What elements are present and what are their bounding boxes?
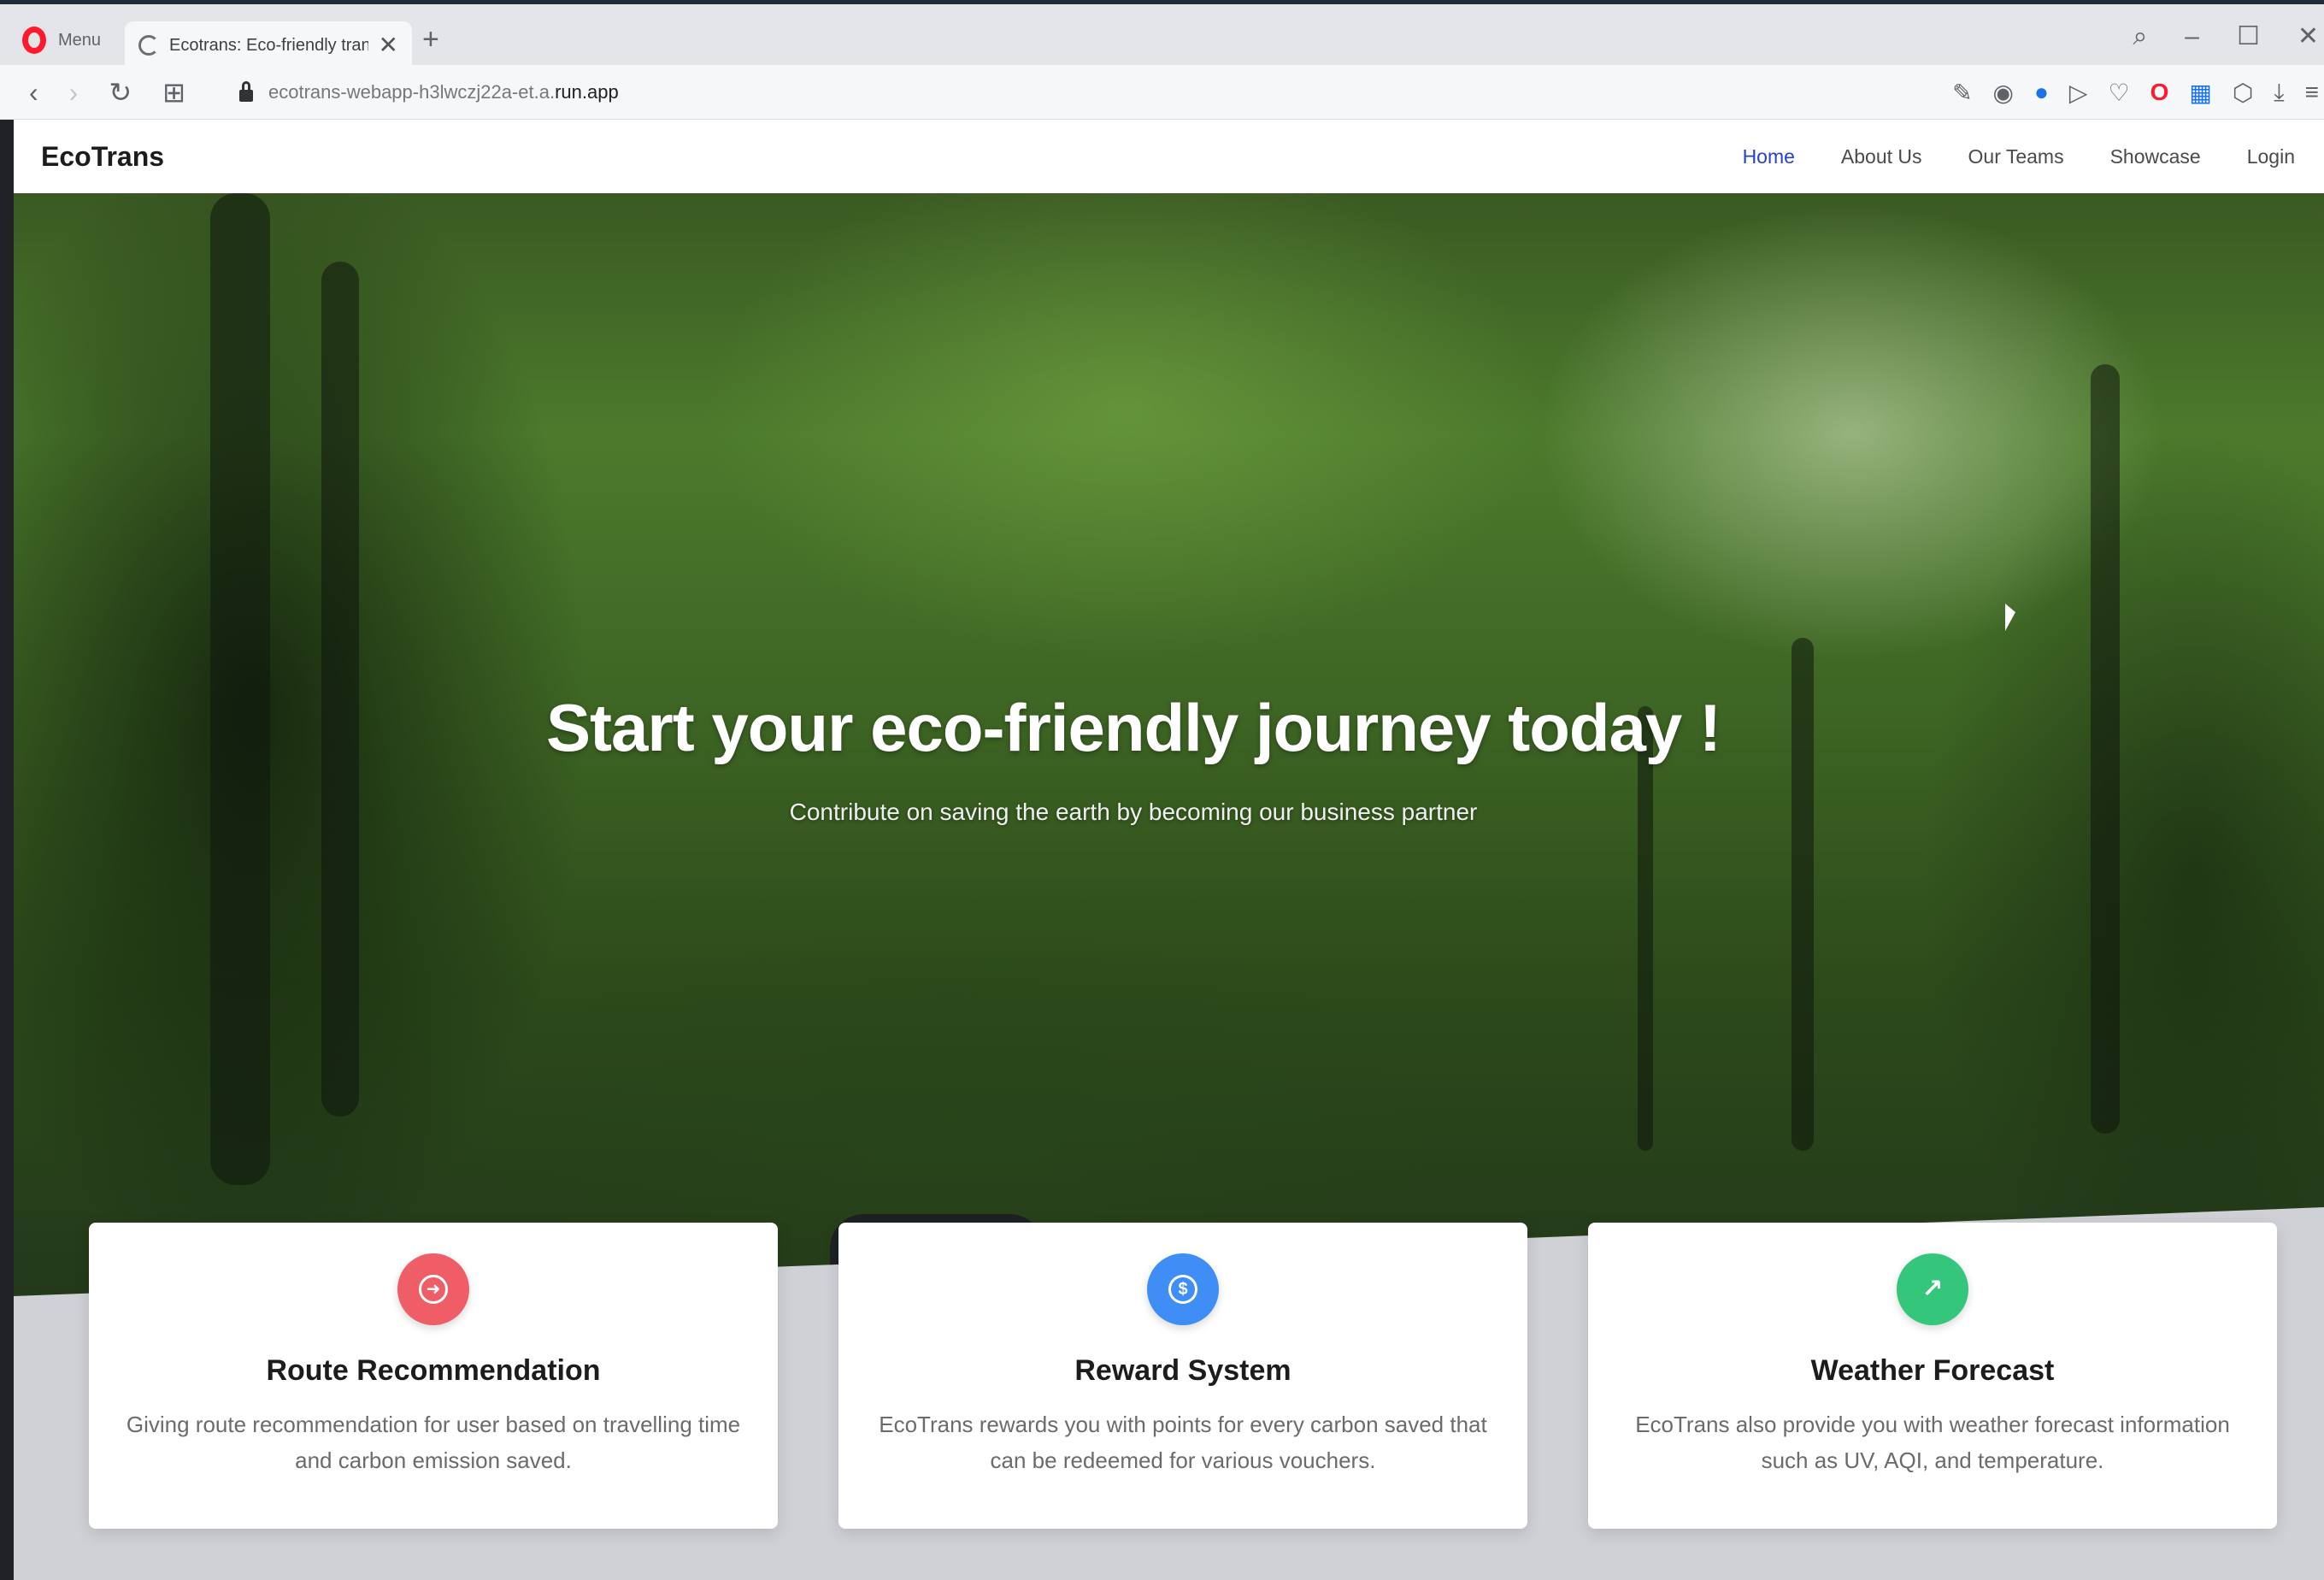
feature-card-route: ➜ Route Recommendation Giving route reco…	[89, 1223, 778, 1529]
feature-description: EcoTrans also provide you with weather f…	[1635, 1412, 2230, 1473]
sidebar-strip	[0, 120, 14, 1580]
nav-link-login[interactable]: Login	[2247, 145, 2295, 168]
address-bar-row: ‹ › ↻ ⊞ ecotrans-webapp-h3lwczj22a-et.a.…	[0, 65, 2324, 120]
forward-button[interactable]: ›	[69, 77, 79, 109]
feature-description: Giving route recommendation for user bas…	[126, 1412, 741, 1473]
hero-banner: Start your eco-friendly journey today ! …	[14, 193, 2324, 1296]
route-icon: ➜	[397, 1253, 469, 1325]
hero-subtitle: Contribute on saving the earth by becomi…	[789, 799, 1478, 825]
feature-cards: ➜ Route Recommendation Giving route reco…	[89, 1223, 2277, 1530]
send-icon[interactable]: ▷	[2069, 79, 2088, 107]
mouse-cursor-icon	[2005, 604, 2015, 631]
url-path: ecotrans-webapp-h3lwczj22a-et.a.	[268, 81, 556, 103]
web-page: EcoTrans Home About Us Our Teams Showcas…	[14, 120, 2324, 1580]
url-host: run.app	[555, 81, 619, 103]
opera-logo-icon	[22, 27, 46, 54]
opera-extension-icon[interactable]: O	[2150, 79, 2169, 106]
camera-icon[interactable]: ◉	[1993, 79, 2014, 107]
shield-icon[interactable]: ●	[2034, 79, 2049, 106]
feature-description: EcoTrans rewards you with points for eve…	[879, 1412, 1487, 1473]
reload-button[interactable]: ↻	[109, 76, 132, 109]
window-controls: ⌕ – ☐ ✕	[2133, 18, 2324, 56]
site-nav-links: Home About Us Our Teams Showcase Login	[1743, 145, 2295, 168]
feature-card-weather: ↗ Weather Forecast EcoTrans also provide…	[1588, 1223, 2277, 1529]
search-tabs-icon[interactable]: ⌕	[2133, 24, 2147, 50]
site-brand[interactable]: EcoTrans	[41, 141, 164, 173]
extension-toolbar: ✎ ◉ ● ▷ ♡ O ▦ ⬡ ⤓ ≡	[1952, 75, 2324, 109]
browser-tab[interactable]: Ecotrans: Eco-friendly tran ✕	[125, 21, 412, 69]
heart-icon[interactable]: ♡	[2108, 79, 2129, 107]
site-navbar: EcoTrans Home About Us Our Teams Showcas…	[14, 120, 2324, 193]
download-icon[interactable]: ⤓	[2274, 79, 2284, 107]
nav-link-our-teams[interactable]: Our Teams	[1968, 145, 2064, 168]
tree-trunk	[1638, 706, 1653, 1151]
feature-title: Route Recommendation	[266, 1354, 601, 1387]
easy-setup-icon[interactable]: ≡	[2305, 79, 2319, 106]
hero-title: Start your eco-friendly journey today !	[546, 690, 1721, 765]
browser-menu-label: Menu	[58, 30, 102, 50]
browser-menu-button[interactable]: Menu	[22, 23, 101, 57]
url-text: ecotrans-webapp-h3lwczj22a-et.a.run.app	[268, 81, 619, 103]
loading-favicon-icon	[138, 35, 159, 56]
nav-link-about-us[interactable]: About Us	[1841, 145, 1922, 168]
minimize-button[interactable]: –	[2185, 24, 2199, 50]
feature-card-reward: $ Reward System EcoTrans rewards you wit…	[838, 1223, 1527, 1529]
new-tab-button[interactable]: +	[422, 25, 439, 54]
trending-up-icon: ↗	[1897, 1253, 1968, 1325]
tab-close-icon[interactable]: ✕	[379, 33, 398, 57]
url-field[interactable]: ecotrans-webapp-h3lwczj22a-et.a.run.app	[239, 77, 619, 108]
navigation-buttons: ‹ › ↻ ⊞	[29, 75, 185, 109]
tab-grid-icon[interactable]: ⊞	[162, 76, 185, 109]
puzzle-extension-icon[interactable]: ▦	[2189, 79, 2211, 107]
browser-tab-strip: Menu Ecotrans: Eco-friendly tran ✕ + ⌕ –…	[0, 0, 2324, 69]
cube-icon[interactable]: ⬡	[2233, 79, 2253, 107]
lock-icon	[239, 81, 253, 102]
nav-link-showcase[interactable]: Showcase	[2110, 145, 2201, 168]
nav-link-home[interactable]: Home	[1743, 145, 1795, 168]
dollar-icon: $	[1147, 1253, 1219, 1325]
feature-title: Weather Forecast	[1810, 1354, 2055, 1387]
tab-title: Ecotrans: Eco-friendly tran	[169, 35, 368, 55]
close-window-button[interactable]: ✕	[2298, 24, 2319, 50]
back-button[interactable]: ‹	[29, 77, 38, 109]
edit-icon[interactable]: ✎	[1952, 79, 1972, 107]
feature-title: Reward System	[1074, 1354, 1291, 1387]
maximize-button[interactable]: ☐	[2237, 24, 2260, 50]
